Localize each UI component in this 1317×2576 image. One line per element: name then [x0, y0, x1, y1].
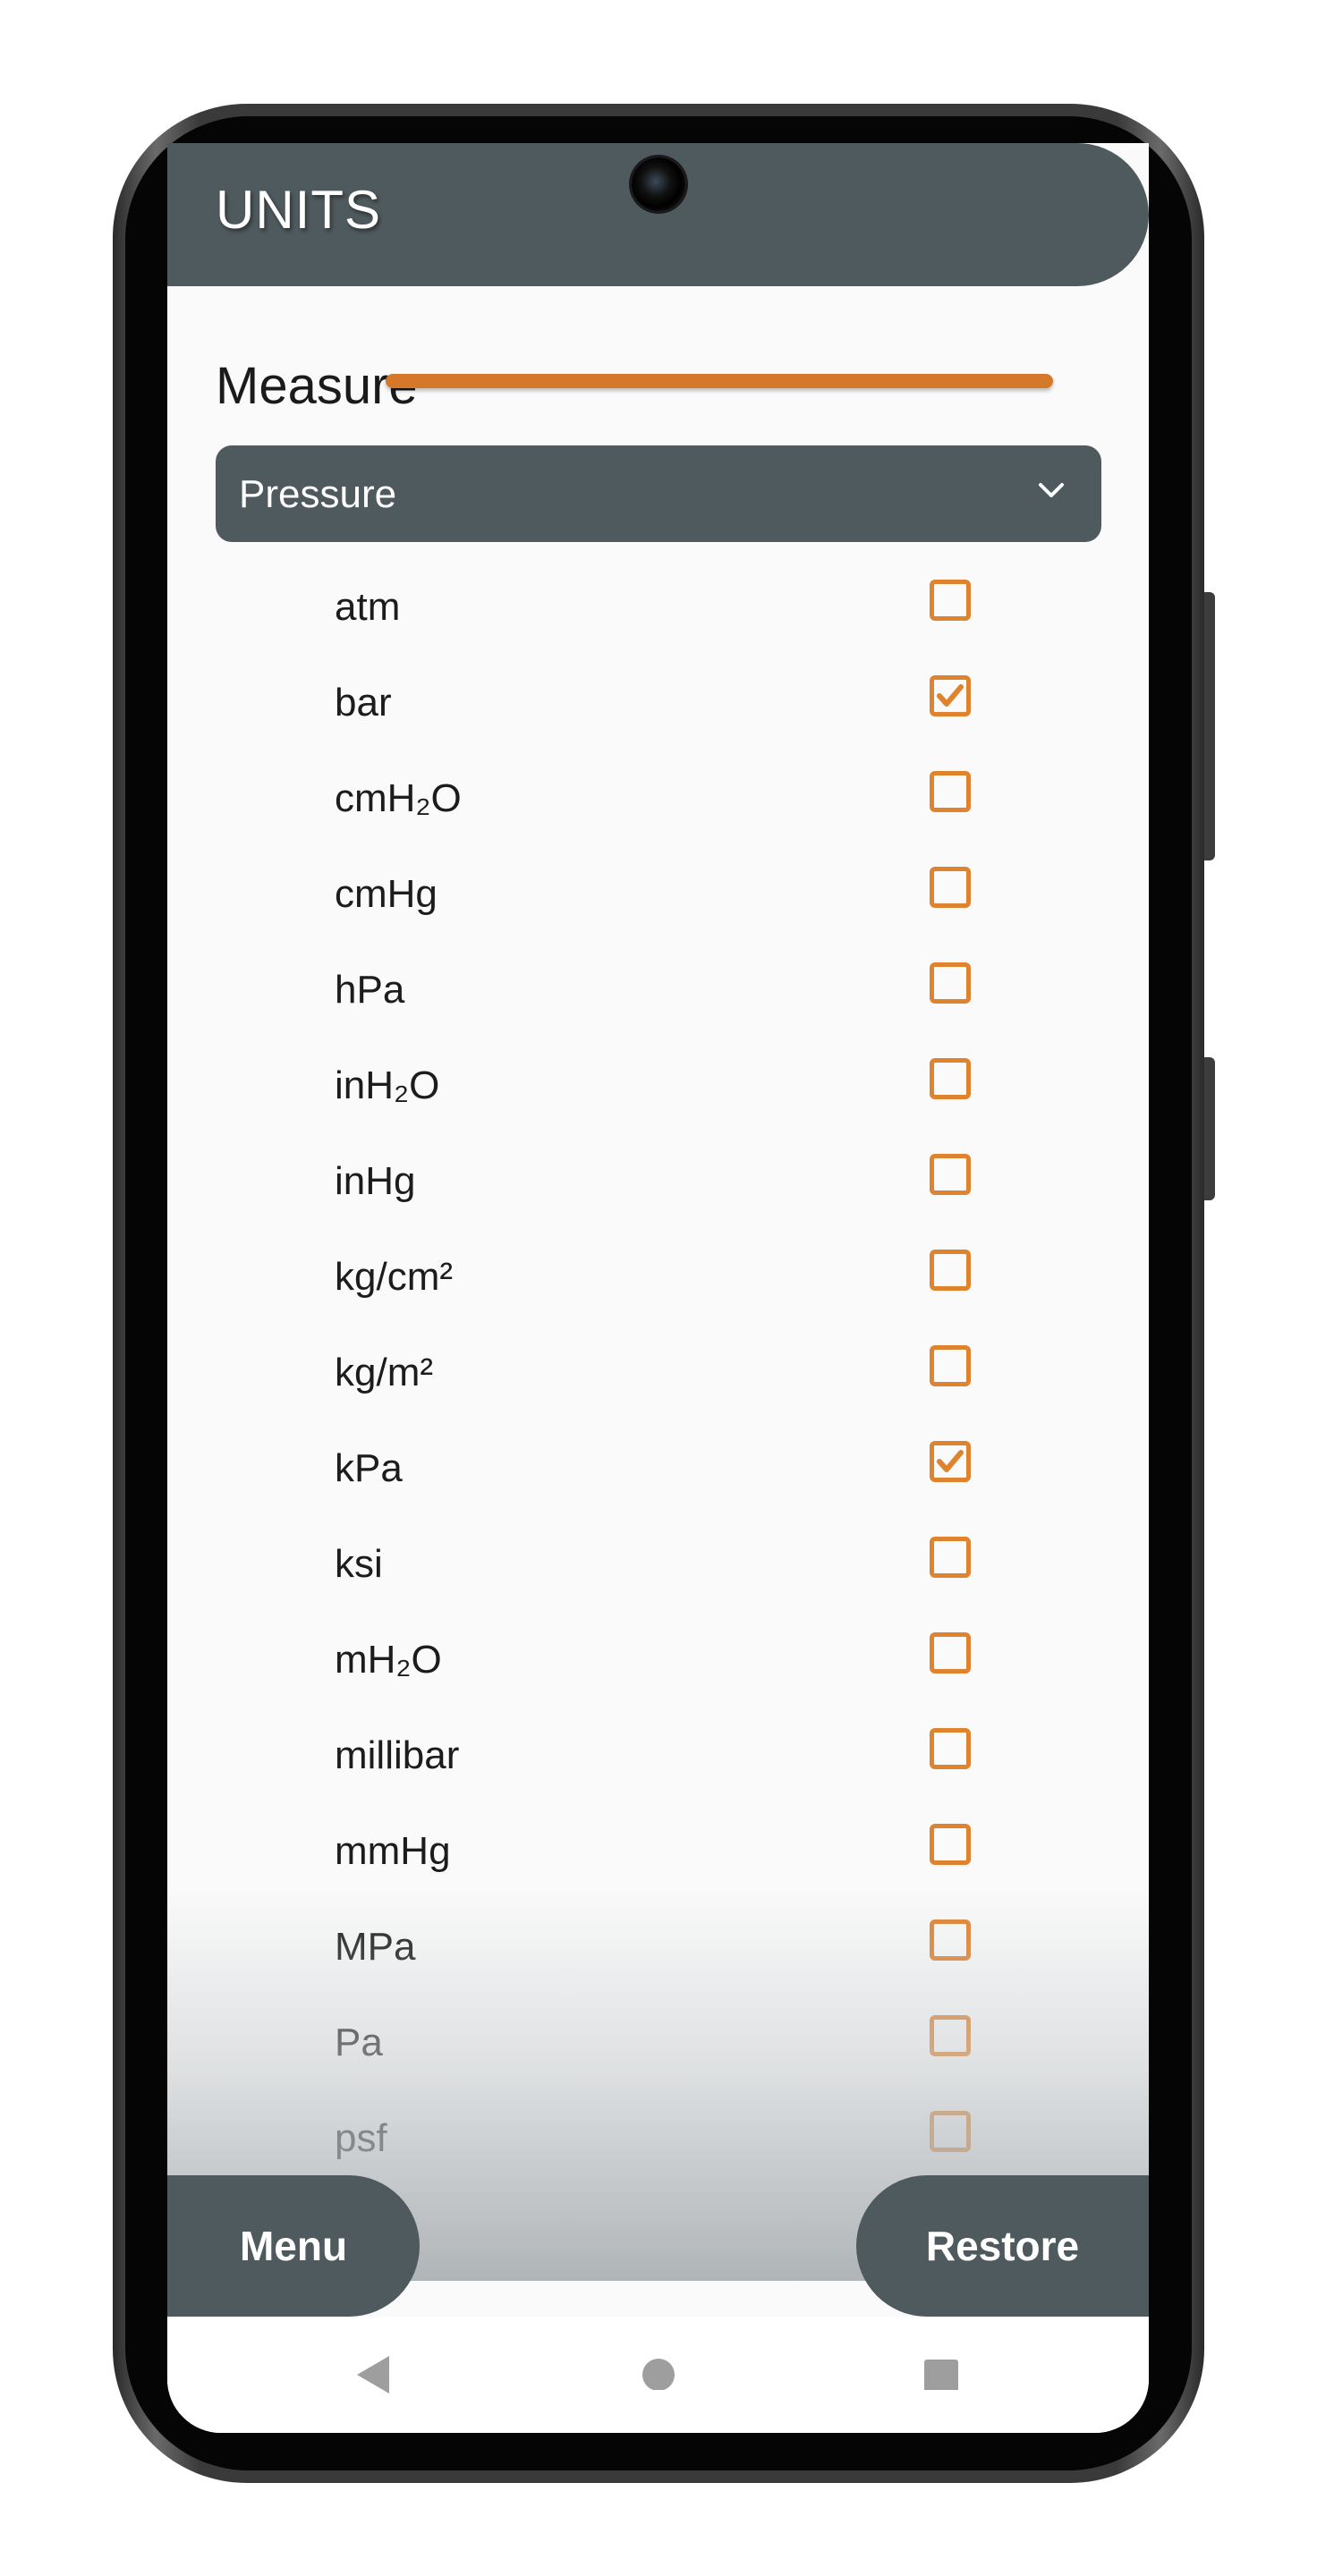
unit-row[interactable]: kPa: [167, 1421, 1149, 1517]
unit-checkbox[interactable]: [930, 867, 971, 908]
unit-row[interactable]: bar: [167, 656, 1149, 751]
unit-label: inHg: [335, 1159, 416, 1203]
unit-label: mH₂O: [335, 1638, 442, 1682]
unit-label: psf: [335, 2116, 387, 2160]
unit-checkbox[interactable]: [930, 1345, 971, 1386]
unit-label: Pa: [335, 2021, 383, 2064]
power-button: [1204, 592, 1215, 860]
unit-row[interactable]: psf: [167, 2091, 1149, 2187]
check-icon: [937, 684, 964, 707]
unit-label: ksi: [335, 1542, 383, 1586]
restore-button[interactable]: Restore: [856, 2175, 1149, 2317]
unit-label: hPa: [335, 968, 405, 1012]
unit-row[interactable]: MPa: [167, 1900, 1149, 1996]
menu-button[interactable]: Menu: [167, 2175, 420, 2317]
unit-label: mmHg: [335, 1829, 451, 1873]
unit-checkbox[interactable]: [930, 1728, 971, 1769]
unit-row[interactable]: atm: [167, 560, 1149, 656]
unit-label: inH₂O: [335, 1063, 440, 1107]
unit-row[interactable]: inHg: [167, 1134, 1149, 1230]
measure-dropdown[interactable]: Pressure: [216, 445, 1101, 542]
measure-heading: Measure: [216, 356, 1101, 428]
unit-checkbox[interactable]: [930, 1058, 971, 1099]
unit-checkbox[interactable]: [930, 675, 971, 716]
unit-checkbox[interactable]: [930, 1154, 971, 1195]
unit-row[interactable]: inH₂O: [167, 1038, 1149, 1134]
front-camera: [632, 157, 685, 211]
unit-label: cmHg: [335, 872, 438, 916]
unit-checkbox[interactable]: [930, 1250, 971, 1291]
unit-row[interactable]: kg/m²: [167, 1326, 1149, 1421]
unit-checkbox[interactable]: [930, 1441, 971, 1482]
unit-label: atm: [335, 585, 401, 629]
unit-checkbox[interactable]: [930, 962, 971, 1004]
unit-row[interactable]: cmHg: [167, 847, 1149, 943]
measure-divider-line: [386, 374, 1053, 388]
unit-row[interactable]: ksi: [167, 1517, 1149, 1613]
system-nav-bar: [167, 2317, 1149, 2433]
app-title: UNITS: [216, 180, 381, 240]
unit-list: atm bar cmH₂O cmHg hPa inH₂O inHg kg/cm² kg/m² kP…: [167, 560, 1149, 2187]
unit-checkbox[interactable]: [930, 1632, 971, 1674]
unit-checkbox[interactable]: [930, 1919, 971, 1961]
unit-row[interactable]: kg/cm²: [167, 1230, 1149, 1326]
unit-checkbox[interactable]: [930, 580, 971, 621]
unit-checkbox[interactable]: [930, 2015, 971, 2056]
unit-row[interactable]: hPa: [167, 943, 1149, 1038]
chevron-down-icon: [1039, 483, 1064, 497]
unit-label: millibar: [335, 1733, 460, 1777]
unit-label: cmH₂O: [335, 776, 462, 820]
app-screen: UNITS Measure Pressure atm bar cmH₂O cmHg hP…: [167, 143, 1149, 2433]
unit-checkbox[interactable]: [930, 1824, 971, 1865]
check-icon: [937, 1450, 964, 1472]
unit-row[interactable]: cmH₂O: [167, 751, 1149, 847]
measure-dropdown-value: Pressure: [239, 472, 397, 516]
unit-label: kg/cm²: [335, 1255, 453, 1299]
unit-label: kg/m²: [335, 1351, 433, 1394]
unit-row[interactable]: millibar: [167, 1708, 1149, 1804]
unit-row[interactable]: Pa: [167, 1996, 1149, 2091]
back-triangle-icon[interactable]: [353, 2352, 393, 2397]
unit-label: kPa: [335, 1446, 403, 1490]
recents-square-icon[interactable]: [922, 2352, 960, 2390]
unit-label: MPa: [335, 1925, 416, 1969]
unit-checkbox[interactable]: [930, 771, 971, 812]
unit-checkbox[interactable]: [930, 2111, 971, 2152]
unit-row[interactable]: mmHg: [167, 1804, 1149, 1900]
home-circle-icon[interactable]: [640, 2352, 677, 2390]
unit-row[interactable]: mH₂O: [167, 1613, 1149, 1708]
volume-button: [1204, 1057, 1215, 1200]
unit-checkbox[interactable]: [930, 1537, 971, 1578]
unit-label: bar: [335, 681, 392, 724]
